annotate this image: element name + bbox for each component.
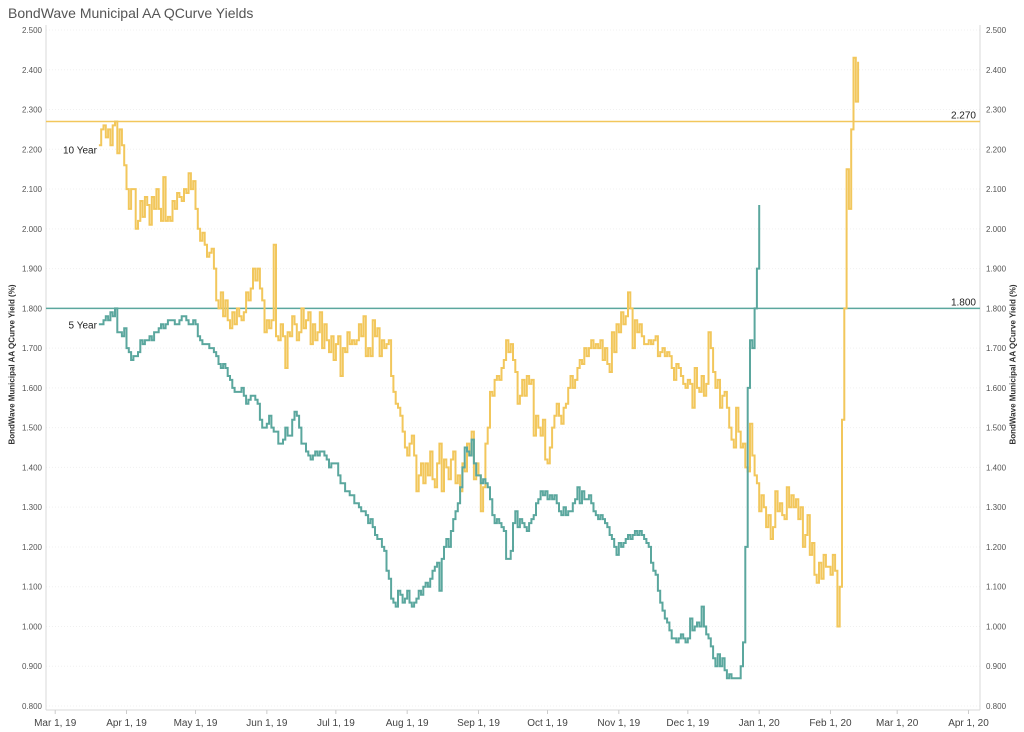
x-tick-label: Mar 1, 19 [34,718,77,729]
x-tick-label: Nov 1, 19 [597,718,640,729]
y-tick-label-left: 1.900 [22,265,43,274]
x-tick-label: Apr 1, 20 [948,718,989,729]
x-tick-label: May 1, 19 [174,718,218,729]
x-tick-label: Feb 1, 20 [809,718,852,729]
x-tick-label: Sep 1, 19 [457,718,500,729]
series-label: 10 Year [63,145,98,156]
x-tick-label: Dec 1, 19 [666,718,709,729]
x-tick-label: Jul 1, 19 [317,718,355,729]
series-line [98,205,761,680]
y-tick-label-right: 2.300 [986,106,1007,115]
x-tick-label: Oct 1, 19 [527,718,568,729]
y-tick-label-right: 1.000 [986,622,1007,631]
y-tick-label-left: 1.000 [22,622,43,631]
y-tick-label-right: 1.300 [986,503,1007,512]
y-tick-label-left: 1.500 [22,424,43,433]
axes: 0.800 0.800 0.900 0.900 1.000 1.000 1.100 1.100… [22,25,1007,729]
x-tick-label: Jan 1, 20 [739,718,781,729]
y-tick-label-right: 1.500 [986,424,1007,433]
y-tick-label-left: 1.700 [22,344,43,353]
reference-lines: 2.270 1.800 [46,110,980,310]
y-tick-label-left: 1.800 [22,304,43,313]
y-tick-label-left: 2.100 [22,185,43,194]
y-tick-label-right: 0.900 [986,662,1007,671]
y-tick-label-right: 2.200 [986,145,1007,154]
y-tick-label-left: 2.300 [22,106,43,115]
y-tick-label-right: 0.800 [986,702,1007,711]
y-tick-label-left: 0.900 [22,662,43,671]
y-tick-label-left: 2.500 [22,26,43,35]
reference-line-label: 1.800 [951,297,976,308]
series-line [98,56,860,628]
y-tick-label-right: 2.400 [986,66,1007,75]
x-tick-label: Mar 1, 20 [876,718,919,729]
y-tick-label-left: 2.400 [22,66,43,75]
y-tick-label-right: 1.700 [986,344,1007,353]
y-tick-label-left: 0.800 [22,702,43,711]
y-tick-label-left: 1.200 [22,543,43,552]
y-tick-label-right: 1.400 [986,463,1007,472]
y-tick-label-right: 1.900 [986,265,1007,274]
x-tick-label: Aug 1, 19 [386,718,429,729]
line-chart: 0.800 0.800 0.900 0.900 1.000 1.000 1.100 1.100… [22,25,1007,729]
series-lines [98,56,860,680]
y-tick-label-left: 2.200 [22,145,43,154]
y-tick-label-right: 1.100 [986,583,1007,592]
reference-line-label: 2.270 [951,110,976,121]
y-tick-label-left: 1.400 [22,463,43,472]
x-tick-label: Apr 1, 19 [106,718,147,729]
y-tick-label-left: 1.600 [22,384,43,393]
y-tick-label-right: 1.800 [986,304,1007,313]
y-tick-label-right: 2.500 [986,26,1007,35]
series-label: 5 Year [69,320,98,331]
y-tick-label-right: 2.100 [986,185,1007,194]
y-tick-label-right: 1.200 [986,543,1007,552]
x-tick-label: Jun 1, 19 [246,718,288,729]
y-tick-label-left: 1.300 [22,503,43,512]
y-tick-label-right: 1.600 [986,384,1007,393]
y-tick-label-left: 1.100 [22,583,43,592]
y-tick-label-right: 2.000 [986,225,1007,234]
series-labels: 10 Year 5 Year [63,145,98,331]
y-tick-label-left: 2.000 [22,225,43,234]
